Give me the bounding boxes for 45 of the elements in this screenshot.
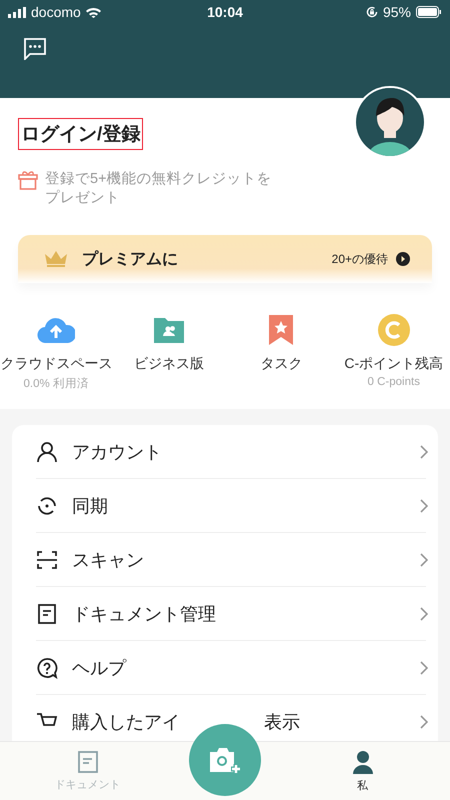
chevron-icon <box>420 498 428 512</box>
cloud-upload-icon <box>37 316 76 344</box>
menu-item[interactable]: 同期 <box>36 479 426 533</box>
tab[interactable]: 私 <box>275 742 450 800</box>
premium-banner[interactable]: プレミアムに 20+の優待 <box>18 235 432 283</box>
orientation-lock-icon <box>366 6 378 18</box>
gift-text: 登録で5+機能の無料クレジットをプレゼント <box>45 170 273 208</box>
menu-item[interactable]: スキャン <box>36 533 426 587</box>
chevron-icon <box>420 714 428 728</box>
folder-icon <box>152 316 185 344</box>
menu-item[interactable]: ドキュメント管理 <box>36 587 426 641</box>
battery-percent: 95% <box>382 4 411 20</box>
premium-title: プレミアムに <box>82 249 179 270</box>
crown-icon <box>44 250 68 268</box>
chevron-icon <box>420 606 428 620</box>
chevron-icon <box>420 660 428 674</box>
document-icon <box>78 750 98 772</box>
gift-icon <box>18 170 38 190</box>
person-icon <box>36 440 58 462</box>
message-icon[interactable] <box>24 38 46 60</box>
shortcut-label[interactable]: クラウドスペース <box>0 355 112 373</box>
sync-icon <box>36 494 58 516</box>
battery-icon <box>416 6 442 18</box>
menu-item[interactable]: アカウント <box>36 425 426 479</box>
shortcut-label[interactable]: C-ポイント残高 <box>344 355 444 373</box>
carrier-name: docomo <box>31 4 81 20</box>
person-icon <box>352 750 374 774</box>
chevron-icon <box>420 444 428 458</box>
menu-item[interactable]: ヘルプ <box>36 641 426 695</box>
perks-text: 20+の優待 <box>332 250 388 268</box>
help-icon <box>36 656 58 678</box>
shortcut-subtitle: 0.0% 利用済 <box>24 376 89 391</box>
login-link[interactable]: ログイン/登録 <box>18 118 144 150</box>
shortcut-label[interactable]: ビジネス版 <box>134 355 204 373</box>
chevron-icon <box>420 552 428 566</box>
coin-icon <box>378 314 410 346</box>
wifi-icon <box>86 6 101 18</box>
clock-time: 10:04 <box>207 4 243 20</box>
shortcut-subtitle: 0 C-points <box>368 376 420 388</box>
shortcut-label[interactable]: タスク <box>260 355 302 373</box>
camera-add-icon <box>208 746 242 774</box>
scan-icon <box>36 548 58 570</box>
bookmark-icon <box>268 314 294 346</box>
document-icon <box>36 602 58 624</box>
signal-icon <box>8 6 26 18</box>
